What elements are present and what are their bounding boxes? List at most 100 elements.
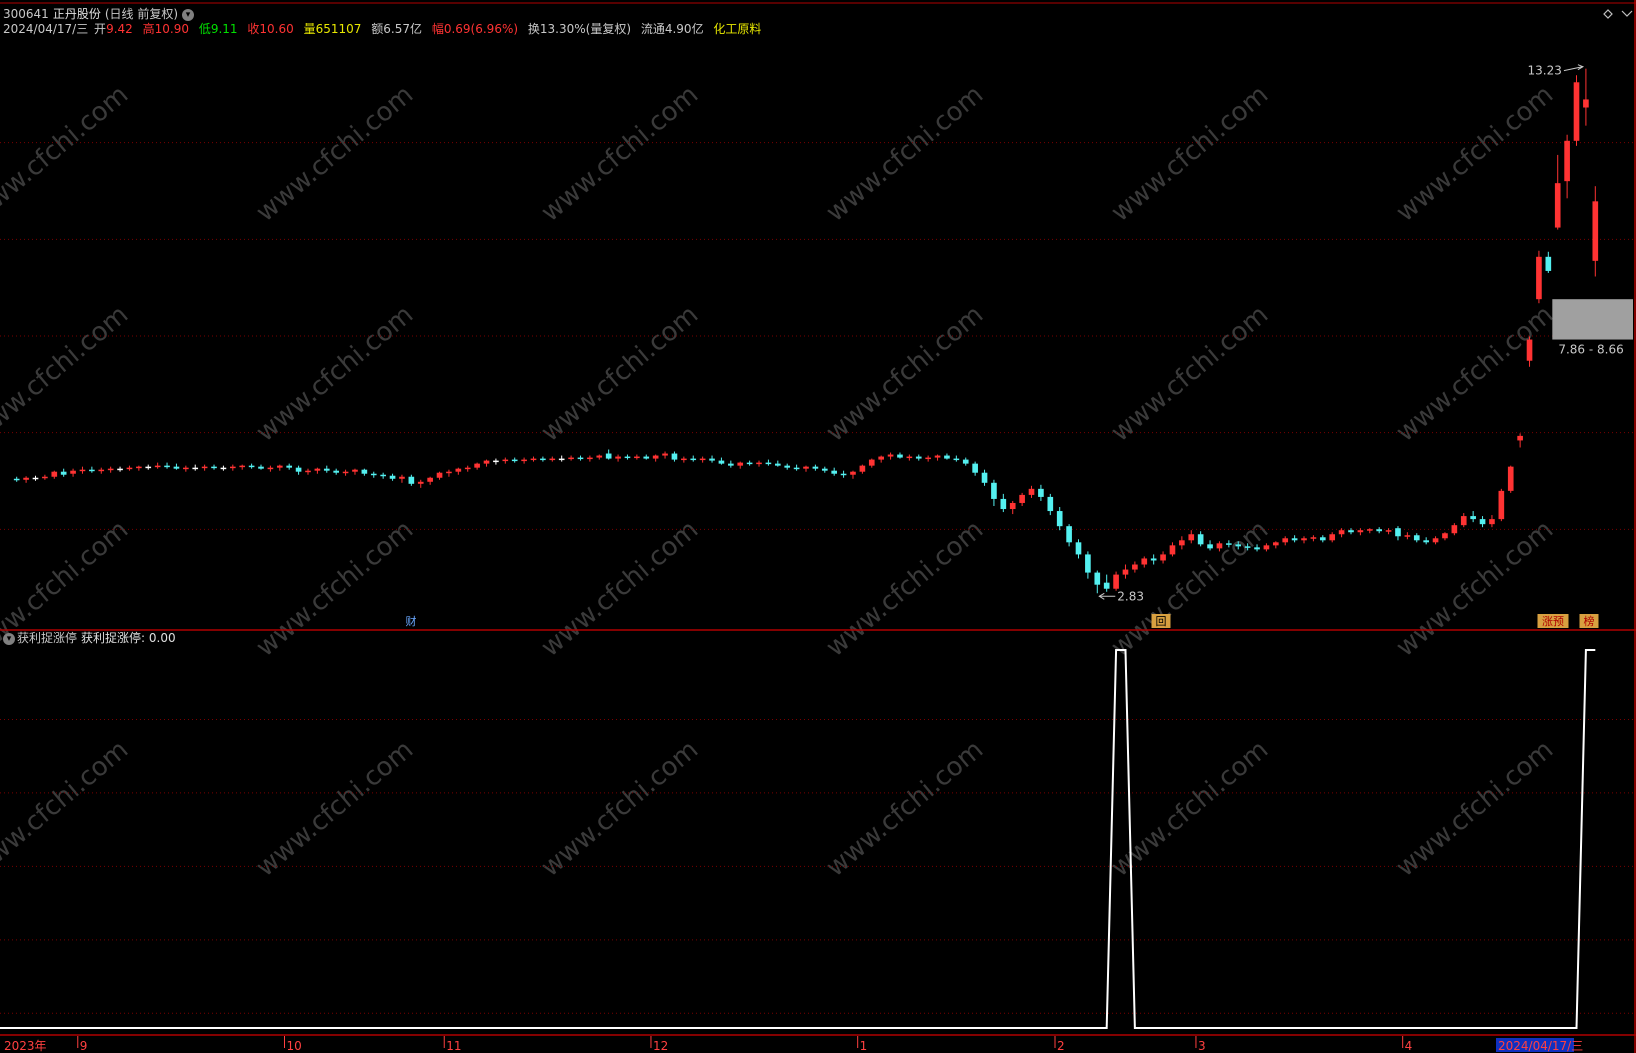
chart-canvas[interactable]: www.cfchi.com www.cfchi.com www.cfchi.com w… — [0, 0, 1636, 1053]
candle-body — [220, 467, 227, 470]
candle-body — [145, 466, 152, 469]
candle — [746, 460, 753, 466]
candle-body — [173, 466, 180, 469]
candle — [1009, 500, 1016, 515]
candle-body — [1150, 558, 1157, 561]
candle — [1019, 492, 1025, 506]
candle — [1179, 536, 1185, 550]
candle-body — [605, 453, 612, 459]
x-tick-label: 2 — [1057, 1039, 1065, 1053]
candle — [643, 454, 650, 460]
candle-body — [1273, 542, 1279, 546]
candle — [483, 459, 490, 467]
candle-body — [408, 476, 415, 484]
candle — [211, 464, 217, 470]
candle — [991, 479, 997, 506]
candle — [173, 463, 180, 470]
candle-body — [558, 458, 565, 461]
watermark-text: www.cfchi.com — [251, 515, 420, 663]
candle-body — [211, 466, 217, 469]
candle — [549, 456, 556, 462]
candle — [953, 455, 960, 462]
indicator-name[interactable]: 获利捉涨停 — [17, 631, 77, 645]
candle-body — [267, 467, 274, 470]
candle — [831, 467, 838, 476]
candle-body — [1244, 546, 1251, 548]
candle — [1338, 528, 1345, 538]
candle-body — [793, 467, 800, 470]
candle-body — [1291, 538, 1298, 541]
candle — [868, 458, 875, 468]
stock-code: 300641 — [3, 7, 49, 21]
candle-body — [962, 459, 969, 464]
candle — [1451, 523, 1458, 536]
candle — [408, 474, 415, 486]
candle-body — [79, 469, 86, 472]
candle — [765, 459, 772, 466]
candle-body — [624, 456, 631, 459]
watermark-text: www.cfchi.com — [1106, 300, 1275, 448]
candle-body — [991, 482, 997, 499]
candle — [1498, 488, 1505, 522]
indicator-toggle-icon[interactable]: ▾ — [3, 632, 15, 645]
candle-body — [314, 468, 321, 471]
candle-body — [1000, 498, 1007, 510]
candle-body — [1470, 516, 1476, 520]
watermark-text: www.cfchi.com — [536, 735, 705, 883]
candle-body — [530, 458, 537, 461]
dropdown-icon[interactable]: ▾ — [182, 8, 195, 21]
candle-body — [850, 471, 856, 475]
candle-body — [934, 455, 941, 458]
candle — [1075, 539, 1082, 559]
candle-body — [1423, 540, 1429, 543]
candle — [361, 468, 368, 476]
candle-body — [1169, 545, 1176, 555]
candle-body — [859, 465, 866, 472]
candle — [1113, 571, 1119, 591]
candle-body — [1113, 574, 1119, 589]
candle-body — [51, 471, 58, 477]
candle — [812, 464, 819, 471]
candle — [1479, 516, 1486, 528]
candle-body — [1207, 544, 1213, 549]
collapse-icon[interactable] — [1601, 7, 1615, 21]
candle-body — [1188, 534, 1195, 541]
candle-body — [878, 456, 884, 460]
expand-icon[interactable] — [1620, 7, 1634, 21]
candle-body — [1141, 558, 1148, 565]
candle-body — [1536, 256, 1542, 300]
watermark-text: www.cfchi.com — [821, 300, 990, 448]
candle-body — [1573, 82, 1580, 141]
watermark-text: www.cfchi.com — [1391, 300, 1560, 448]
candle-body — [1009, 502, 1016, 510]
candle-body — [915, 456, 922, 459]
candle — [934, 454, 941, 461]
candle-body — [361, 469, 368, 474]
candle — [248, 463, 255, 469]
candle — [897, 452, 903, 459]
candle-body — [887, 454, 894, 457]
sector-tag[interactable]: 化工原料 — [713, 22, 761, 36]
candle — [540, 456, 546, 462]
volume-label: 量 — [303, 22, 316, 36]
amount-label: 额 — [371, 22, 384, 36]
candle — [624, 454, 631, 460]
candle — [117, 466, 123, 472]
candle-body — [1056, 511, 1063, 527]
candle — [878, 455, 884, 463]
watermark-text: www.cfchi.com — [0, 300, 134, 448]
candle-body — [756, 462, 762, 465]
candle — [774, 460, 781, 467]
candle-body — [690, 458, 697, 461]
x-axis: 2023年 9 10 11 12 1 2 3 4 2024/04/17/三 — [4, 1036, 1583, 1053]
candle-body — [1301, 538, 1307, 541]
candle — [577, 455, 584, 461]
candle — [690, 455, 697, 462]
candle — [1038, 484, 1044, 501]
candle-body — [1028, 488, 1035, 495]
candle-body — [32, 477, 39, 480]
candle-body — [427, 477, 433, 482]
candle — [51, 470, 58, 479]
candle-body — [1216, 543, 1223, 549]
candle — [728, 460, 734, 468]
